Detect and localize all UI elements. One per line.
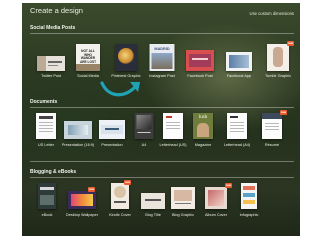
- thumbnail: [186, 50, 214, 71]
- template-presentation-16-9[interactable]: Presentation (16:9): [62, 113, 94, 155]
- thumbnail: MADRID: [149, 44, 175, 71]
- custom-dimensions-link[interactable]: Use custom dimensions: [250, 11, 294, 16]
- new-badge: new: [88, 187, 95, 192]
- template-blog-graphic[interactable]: Blog Graphic: [167, 183, 199, 225]
- template-ebook[interactable]: eBook: [31, 183, 63, 225]
- documents-section: Documents US Letter Presentation (16:9) …: [22, 99, 300, 159]
- new-badge: new: [287, 41, 294, 46]
- section-divider: [30, 107, 294, 108]
- template-blog-title[interactable]: Blog Title: [137, 183, 169, 225]
- thumbnail: [111, 183, 129, 209]
- section-divider: [30, 161, 294, 162]
- new-badge: new: [280, 110, 287, 115]
- template-tumblr-graphic[interactable]: new Tumblr Graphic: [260, 41, 296, 84]
- thumbnail: [227, 113, 247, 139]
- template-label: Facebook Post: [187, 74, 213, 78]
- template-label: Résumé: [264, 143, 280, 147]
- new-badge: new: [124, 180, 131, 185]
- section-divider: [30, 177, 294, 178]
- template-a4[interactable]: A4: [128, 113, 160, 155]
- section-divider: [30, 33, 294, 34]
- thumbnail: [99, 120, 125, 139]
- thumbnail: [171, 187, 195, 209]
- template-kindle-cover[interactable]: new Kindle Cover: [102, 180, 138, 225]
- template-facebook-app[interactable]: Facebook App: [221, 44, 257, 84]
- thumbnail: [267, 44, 289, 71]
- blogging-section: Blogging & eBooks eBook new Desktop Wall…: [22, 169, 300, 229]
- template-instagram-post[interactable]: MADRID Instagram Post: [144, 44, 180, 84]
- template-infographic[interactable]: Infographic: [233, 183, 265, 225]
- thumbnail: [36, 113, 56, 139]
- social-media-section: Social Media Posts Twitter Post NOT ALL …: [22, 25, 300, 85]
- template-label: Facebook App: [226, 74, 252, 78]
- template-presentation[interactable]: Presentation: [96, 113, 128, 155]
- thumbnail: [241, 183, 257, 209]
- thumbnail: NOT ALL WHO WANDER ARE LOST: [76, 44, 100, 71]
- page-title: Create a design: [30, 6, 83, 15]
- section-title: Documents: [30, 99, 58, 105]
- template-resume[interactable]: new Résumé: [256, 110, 288, 155]
- thumbnail: [68, 191, 96, 209]
- template-label: Infographic: [239, 213, 259, 217]
- template-twitter-post[interactable]: Twitter Post: [33, 44, 69, 84]
- thumbnail: [38, 183, 56, 209]
- thumbnail: [226, 52, 252, 71]
- thumbnail: lush: [193, 113, 213, 139]
- template-facebook-post[interactable]: Facebook Post: [182, 44, 218, 84]
- template-magazine[interactable]: lush Magazine: [187, 113, 219, 155]
- thumbnail: [64, 121, 92, 139]
- thumbnail: [37, 56, 65, 71]
- create-design-panel: Create a design Use custom dimensions So…: [22, 3, 300, 236]
- thumbnail: [115, 44, 137, 71]
- thumbnail: [262, 113, 282, 139]
- thumbnail: [163, 113, 183, 139]
- thumbnail: [134, 113, 154, 139]
- template-letterhead-a4[interactable]: Letterhead (A4): [221, 113, 253, 155]
- template-us-letter[interactable]: US Letter: [30, 113, 62, 155]
- section-title: Social Media Posts: [30, 25, 76, 31]
- thumbnail: [205, 187, 227, 209]
- template-letterhead-us[interactable]: Letterhead (US): [157, 113, 189, 155]
- template-label: Letterhead (A4): [223, 143, 251, 147]
- new-badge: new: [225, 183, 232, 188]
- thumbnail: [141, 193, 165, 209]
- curved-arrow-icon: [100, 81, 140, 97]
- template-desktop-wallpaper[interactable]: new Desktop Wallpaper: [64, 183, 100, 225]
- template-label: Tumblr Graphic: [264, 74, 292, 78]
- section-title: Blogging & eBooks: [30, 169, 77, 175]
- template-album-cover[interactable]: new Album Cover: [198, 183, 234, 225]
